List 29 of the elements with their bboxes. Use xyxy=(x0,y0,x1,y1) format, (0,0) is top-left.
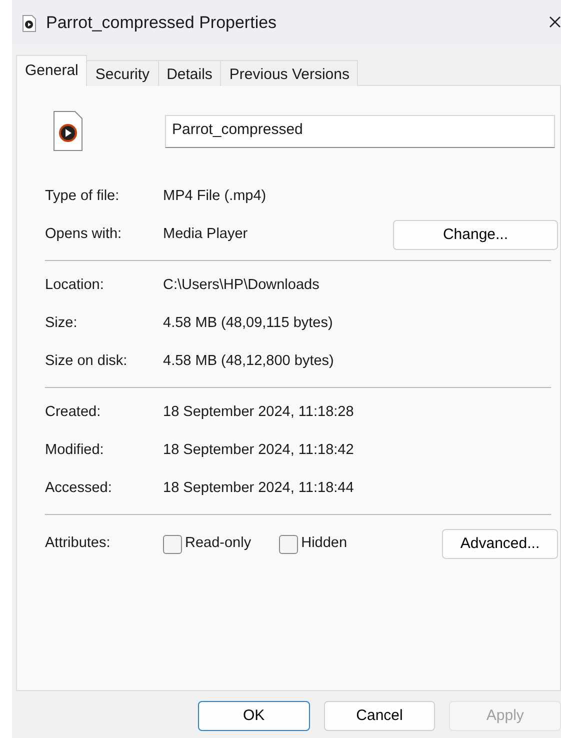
field-value: 18 September 2024, 11:18:28 xyxy=(163,403,354,422)
field-value: C:\Users\HP\Downloads xyxy=(163,276,320,296)
field-label: Location: xyxy=(45,276,105,296)
field-label: Attributes: xyxy=(45,534,112,554)
field-label: Type of file: xyxy=(45,187,120,206)
checkbox-label: Read-only xyxy=(185,534,252,554)
tab[interactable]: Previous Versions xyxy=(220,60,358,86)
field-value: 4.58 MB (48,09,115 bytes) xyxy=(163,314,333,334)
file-name-field[interactable]: Parrot_compressed xyxy=(165,114,555,148)
field-value: MP4 File (.mp4) xyxy=(163,187,266,206)
change-button[interactable]: Change... xyxy=(393,220,558,250)
field-label: Modified: xyxy=(45,441,105,460)
dialog-button[interactable]: OK xyxy=(198,701,310,731)
field-label: Size: xyxy=(45,314,78,334)
dialog-button[interactable]: Cancel xyxy=(324,701,436,731)
field-label: Size on disk: xyxy=(45,352,128,372)
field-label: Created: xyxy=(45,403,102,422)
advanced-button[interactable]: Advanced... xyxy=(442,529,558,559)
window-title: Parrot_compressed Properties xyxy=(46,12,277,34)
tab[interactable]: General xyxy=(16,55,88,86)
field-value: 18 September 2024, 11:18:42 xyxy=(163,441,354,460)
field-label: Accessed: xyxy=(45,479,113,498)
field-label: Opens with: xyxy=(45,225,123,244)
tab[interactable]: Security xyxy=(86,60,159,86)
field-value: Media Player xyxy=(163,225,248,244)
tab[interactable]: Details xyxy=(158,60,222,86)
field-value: 4.58 MB (48,12,800 bytes) xyxy=(163,352,334,372)
field-value: 18 September 2024, 11:18:44 xyxy=(163,479,354,498)
checkbox-label: Hidden xyxy=(301,534,348,554)
